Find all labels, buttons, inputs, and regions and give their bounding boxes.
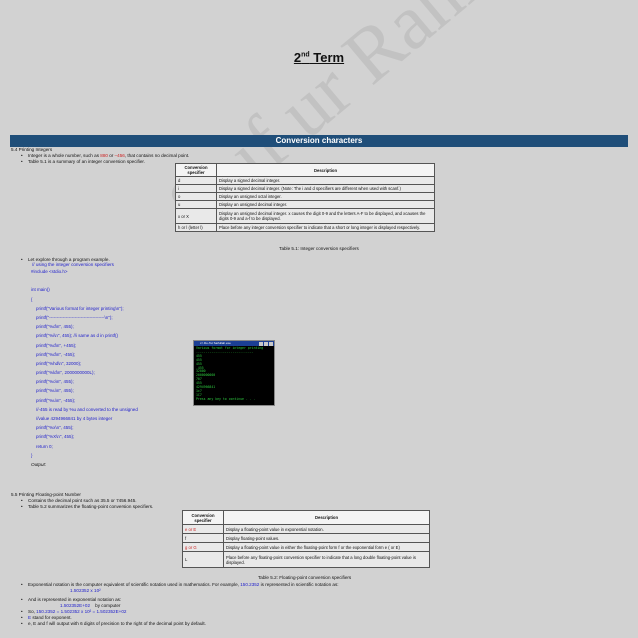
maximize-icon bbox=[264, 341, 268, 346]
code-line: printf("--------------------------------… bbox=[36, 314, 113, 320]
table-cell-spec: x or X bbox=[175, 208, 217, 224]
bullet-table2-summary: Table 5.2 summarizes the floating-point … bbox=[21, 504, 153, 510]
table-cell-spec: g or G bbox=[182, 542, 224, 552]
table-cell-desc: Display an unsigned octal integer. bbox=[216, 192, 435, 201]
table-cell-desc: Display a floating-point value in either… bbox=[223, 542, 430, 552]
table-header-specifier: Conversion specifier bbox=[175, 163, 217, 177]
table-header-specifier: Conversion specifier bbox=[182, 510, 224, 525]
table-cell-desc: Display floating-point values. bbox=[223, 533, 430, 543]
table1-caption: Table 5.1: Integer conversion specifiers bbox=[279, 246, 359, 251]
table-cell-spec: h or l (letter l) bbox=[175, 223, 217, 232]
integer-specifier-table: Conversion specifier Description d Displa… bbox=[175, 163, 435, 232]
code-listing: #include <stdio.h> int main() { printf("… bbox=[31, 267, 138, 460]
code-line: printf("%d\n", 455); bbox=[36, 324, 74, 330]
table-cell-spec: o bbox=[175, 192, 217, 201]
close-icon bbox=[269, 341, 273, 346]
table-cell-desc: Display an unsigned decimal integer. x c… bbox=[216, 208, 435, 224]
table-cell-spec: e or E bbox=[182, 524, 224, 534]
table-header-description: Description bbox=[216, 163, 435, 177]
code-line: printf("%X\n", 455); bbox=[36, 434, 75, 440]
code-line: printf("%u\n", 455); bbox=[36, 388, 74, 394]
console-output: Various format for integer printing ----… bbox=[196, 346, 264, 401]
table-cell-desc: Display a signed decimal integer. (Note:… bbox=[216, 184, 435, 193]
table-cell-spec: f bbox=[182, 533, 224, 543]
code-line: printf("%o\n", 455); bbox=[36, 379, 74, 385]
code-line: #include <stdio.h> bbox=[31, 269, 68, 274]
console-window: c:\ Do-Tet Saifullah.exe Various format … bbox=[193, 340, 275, 406]
table-cell-spec: i bbox=[175, 184, 217, 193]
code-line: printf("%hd\n", 32000); bbox=[36, 360, 82, 366]
table-cell-spec: d bbox=[175, 176, 217, 185]
section-banner: Conversion characters bbox=[10, 135, 628, 147]
table-cell-desc: Display a signed decimal integer. bbox=[216, 176, 435, 185]
console-title: c:\ Do-Tet Saifullah.exe bbox=[200, 341, 231, 345]
table-header-description: Description bbox=[223, 510, 430, 525]
table-cell-spec: L bbox=[182, 551, 224, 568]
output-label: Output: bbox=[31, 462, 47, 467]
code-line: printf("%x\n", 455); bbox=[36, 425, 74, 431]
table-cell-desc: Place before any floating-point conversi… bbox=[223, 551, 430, 568]
table2-caption: Table 5.2: Floating-point conversion spe… bbox=[258, 575, 352, 580]
minimize-icon bbox=[259, 341, 263, 346]
code-line: printf("%ld\n", 2000000000L); bbox=[36, 370, 95, 376]
console-title-bar: c:\ Do-Tet Saifullah.exe bbox=[194, 341, 274, 346]
code-line: return 0; bbox=[36, 443, 53, 449]
code-line: //value 4294966841 by 4 bytes integer bbox=[36, 416, 113, 421]
table-cell-desc: Display an unsigned decimal integer. bbox=[216, 200, 435, 209]
float-specifier-table: Conversion specifier Description e or ED… bbox=[182, 510, 430, 568]
table-cell-spec: u bbox=[175, 200, 217, 209]
code-line: printf("%d\n", +455); bbox=[36, 342, 77, 348]
code-line: printf("Various format for integer print… bbox=[36, 305, 124, 311]
code-line: printf("%u\n", -455); bbox=[36, 397, 76, 403]
code-line: int main() bbox=[31, 287, 50, 293]
bullet-default-precision: e, E and f will output with 6 digits of … bbox=[21, 621, 206, 627]
table-cell-desc: Place before any integer conversion spec… bbox=[216, 223, 435, 232]
code-line: { bbox=[31, 296, 33, 302]
bullet-table-summary: Table 5.1 is a summary of an integer con… bbox=[21, 159, 145, 165]
code-line: } bbox=[31, 452, 33, 458]
table-cell-desc: Display a floating-point value in expone… bbox=[223, 524, 430, 534]
scientific-notation-value: 1.502352 x 10² bbox=[70, 588, 101, 593]
code-line: //-455 is read by %u and converted to th… bbox=[36, 406, 138, 412]
code-line: printf("%d\n", -455); bbox=[36, 351, 76, 357]
code-line: printf("%i\n", 455); //i same as d in pr… bbox=[36, 333, 118, 339]
